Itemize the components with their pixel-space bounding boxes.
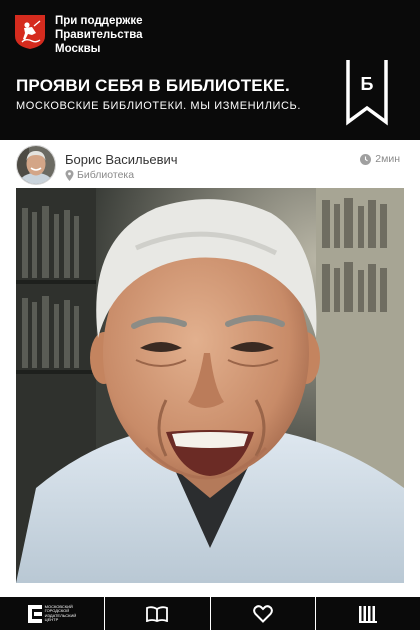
publisher-logo-text: МОСКОВСКИЙ ГОРОДСКОЙ ИЗДАТЕЛЬСКИЙ ЦЕНТР — [44, 604, 77, 623]
post-time-label: 2мин — [375, 153, 400, 165]
author-name[interactable]: Борис Васильевич — [65, 152, 178, 167]
government-support-text: При поддержке Правительства Москвы — [55, 14, 185, 56]
government-support-block: При поддержке Правительства Москвы — [14, 14, 185, 56]
pin-icon — [65, 169, 74, 181]
page-subtitle: МОСКОВСКИЕ БИБЛИОТЕКИ. МЫ ИЗМЕНИЛИСЬ. — [16, 100, 302, 112]
bottom-bar: МОСКОВСКИЙ ГОРОДСКОЙ ИЗДАТЕЛЬСКИЙ ЦЕНТР — [0, 597, 420, 630]
heart-icon — [252, 604, 273, 623]
library-button[interactable] — [316, 597, 420, 630]
publisher-logo-icon — [27, 604, 42, 623]
publisher-logo: МОСКОВСКИЙ ГОРОДСКОЙ ИЗДАТЕЛЬСКИЙ ЦЕНТР — [27, 604, 77, 623]
author-location-label: Библиотека — [77, 169, 135, 181]
avatar[interactable] — [16, 145, 56, 185]
book-button[interactable] — [105, 597, 211, 630]
clock-icon — [360, 153, 372, 165]
book-icon — [146, 605, 169, 622]
author-row: Борис Васильевич Библиотека 2мин — [0, 140, 420, 190]
logo-line-4: ЦЕНТР — [44, 617, 59, 622]
favorite-button[interactable] — [211, 597, 316, 630]
bookmark-letter: Б — [360, 74, 374, 94]
gov-line-1: При поддержке — [55, 15, 143, 27]
author-location: Библиотека — [65, 169, 134, 181]
header: При поддержке Правительства Москвы ПРОЯВ… — [0, 0, 420, 140]
gov-line-2: Правительства — [55, 29, 143, 41]
publisher-logo-button[interactable]: МОСКОВСКИЙ ГОРОДСКОЙ ИЗДАТЕЛЬСКИЙ ЦЕНТР — [0, 597, 106, 630]
post-time: 2мин — [360, 153, 400, 165]
library-icon — [358, 605, 377, 623]
page-title: ПРОЯВИ СЕБЯ В БИБЛИОТЕКЕ. — [16, 76, 290, 95]
gov-line-3: Москвы — [55, 43, 101, 55]
moscow-coat-of-arms-icon — [15, 15, 45, 49]
portrait-photo[interactable] — [16, 188, 404, 583]
portrait-illustration — [16, 188, 404, 583]
